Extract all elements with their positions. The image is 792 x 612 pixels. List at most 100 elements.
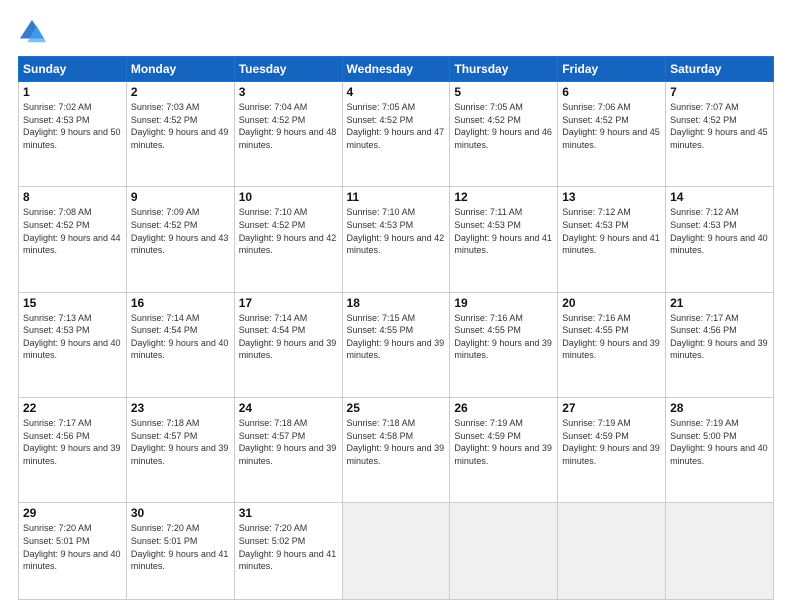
- day-info: Sunrise: 7:18 AM Sunset: 4:58 PM Dayligh…: [347, 417, 446, 467]
- day-info: Sunrise: 7:20 AM Sunset: 5:01 PM Dayligh…: [131, 522, 230, 572]
- calendar-cell: 15 Sunrise: 7:13 AM Sunset: 4:53 PM Dayl…: [19, 292, 127, 397]
- day-number: 28: [670, 401, 769, 415]
- calendar-cell: 25 Sunrise: 7:18 AM Sunset: 4:58 PM Dayl…: [342, 398, 450, 503]
- calendar-day-header: Tuesday: [234, 57, 342, 82]
- day-number: 25: [347, 401, 446, 415]
- day-info: Sunrise: 7:10 AM Sunset: 4:53 PM Dayligh…: [347, 206, 446, 256]
- day-info: Sunrise: 7:07 AM Sunset: 4:52 PM Dayligh…: [670, 101, 769, 151]
- page: SundayMondayTuesdayWednesdayThursdayFrid…: [0, 0, 792, 612]
- day-number: 2: [131, 85, 230, 99]
- calendar-cell: 22 Sunrise: 7:17 AM Sunset: 4:56 PM Dayl…: [19, 398, 127, 503]
- calendar-cell: 24 Sunrise: 7:18 AM Sunset: 4:57 PM Dayl…: [234, 398, 342, 503]
- calendar-cell: 30 Sunrise: 7:20 AM Sunset: 5:01 PM Dayl…: [126, 503, 234, 600]
- calendar-week-row: 29 Sunrise: 7:20 AM Sunset: 5:01 PM Dayl…: [19, 503, 774, 600]
- day-number: 22: [23, 401, 122, 415]
- calendar-day-header: Thursday: [450, 57, 558, 82]
- day-info: Sunrise: 7:17 AM Sunset: 4:56 PM Dayligh…: [670, 312, 769, 362]
- calendar-cell: 17 Sunrise: 7:14 AM Sunset: 4:54 PM Dayl…: [234, 292, 342, 397]
- calendar-cell: 4 Sunrise: 7:05 AM Sunset: 4:52 PM Dayli…: [342, 82, 450, 187]
- day-info: Sunrise: 7:02 AM Sunset: 4:53 PM Dayligh…: [23, 101, 122, 151]
- logo: [18, 18, 50, 46]
- day-info: Sunrise: 7:20 AM Sunset: 5:01 PM Dayligh…: [23, 522, 122, 572]
- calendar-cell: 27 Sunrise: 7:19 AM Sunset: 4:59 PM Dayl…: [558, 398, 666, 503]
- day-number: 6: [562, 85, 661, 99]
- calendar-cell: 13 Sunrise: 7:12 AM Sunset: 4:53 PM Dayl…: [558, 187, 666, 292]
- day-info: Sunrise: 7:20 AM Sunset: 5:02 PM Dayligh…: [239, 522, 338, 572]
- day-info: Sunrise: 7:16 AM Sunset: 4:55 PM Dayligh…: [562, 312, 661, 362]
- day-number: 7: [670, 85, 769, 99]
- day-info: Sunrise: 7:19 AM Sunset: 5:00 PM Dayligh…: [670, 417, 769, 467]
- day-info: Sunrise: 7:11 AM Sunset: 4:53 PM Dayligh…: [454, 206, 553, 256]
- day-info: Sunrise: 7:12 AM Sunset: 4:53 PM Dayligh…: [562, 206, 661, 256]
- day-info: Sunrise: 7:14 AM Sunset: 4:54 PM Dayligh…: [239, 312, 338, 362]
- day-info: Sunrise: 7:18 AM Sunset: 4:57 PM Dayligh…: [239, 417, 338, 467]
- calendar-cell: 20 Sunrise: 7:16 AM Sunset: 4:55 PM Dayl…: [558, 292, 666, 397]
- day-number: 15: [23, 296, 122, 310]
- calendar-cell: 9 Sunrise: 7:09 AM Sunset: 4:52 PM Dayli…: [126, 187, 234, 292]
- day-number: 16: [131, 296, 230, 310]
- day-number: 5: [454, 85, 553, 99]
- day-number: 20: [562, 296, 661, 310]
- calendar-table: SundayMondayTuesdayWednesdayThursdayFrid…: [18, 56, 774, 600]
- day-info: Sunrise: 7:14 AM Sunset: 4:54 PM Dayligh…: [131, 312, 230, 362]
- calendar-cell: 1 Sunrise: 7:02 AM Sunset: 4:53 PM Dayli…: [19, 82, 127, 187]
- day-number: 21: [670, 296, 769, 310]
- calendar-cell: 26 Sunrise: 7:19 AM Sunset: 4:59 PM Dayl…: [450, 398, 558, 503]
- calendar-day-header: Friday: [558, 57, 666, 82]
- day-info: Sunrise: 7:13 AM Sunset: 4:53 PM Dayligh…: [23, 312, 122, 362]
- calendar-cell: 28 Sunrise: 7:19 AM Sunset: 5:00 PM Dayl…: [666, 398, 774, 503]
- calendar-cell: 19 Sunrise: 7:16 AM Sunset: 4:55 PM Dayl…: [450, 292, 558, 397]
- day-info: Sunrise: 7:08 AM Sunset: 4:52 PM Dayligh…: [23, 206, 122, 256]
- day-number: 29: [23, 506, 122, 520]
- calendar-week-row: 1 Sunrise: 7:02 AM Sunset: 4:53 PM Dayli…: [19, 82, 774, 187]
- day-info: Sunrise: 7:05 AM Sunset: 4:52 PM Dayligh…: [347, 101, 446, 151]
- calendar-week-row: 15 Sunrise: 7:13 AM Sunset: 4:53 PM Dayl…: [19, 292, 774, 397]
- day-number: 11: [347, 190, 446, 204]
- calendar-cell: 6 Sunrise: 7:06 AM Sunset: 4:52 PM Dayli…: [558, 82, 666, 187]
- day-number: 9: [131, 190, 230, 204]
- day-number: 24: [239, 401, 338, 415]
- calendar-cell: 7 Sunrise: 7:07 AM Sunset: 4:52 PM Dayli…: [666, 82, 774, 187]
- day-number: 17: [239, 296, 338, 310]
- calendar-cell: 11 Sunrise: 7:10 AM Sunset: 4:53 PM Dayl…: [342, 187, 450, 292]
- day-info: Sunrise: 7:03 AM Sunset: 4:52 PM Dayligh…: [131, 101, 230, 151]
- day-number: 31: [239, 506, 338, 520]
- calendar-cell: 8 Sunrise: 7:08 AM Sunset: 4:52 PM Dayli…: [19, 187, 127, 292]
- calendar-day-header: Sunday: [19, 57, 127, 82]
- day-number: 27: [562, 401, 661, 415]
- calendar-cell: 23 Sunrise: 7:18 AM Sunset: 4:57 PM Dayl…: [126, 398, 234, 503]
- day-number: 23: [131, 401, 230, 415]
- day-info: Sunrise: 7:06 AM Sunset: 4:52 PM Dayligh…: [562, 101, 661, 151]
- day-number: 13: [562, 190, 661, 204]
- calendar-cell: 3 Sunrise: 7:04 AM Sunset: 4:52 PM Dayli…: [234, 82, 342, 187]
- day-number: 30: [131, 506, 230, 520]
- calendar-cell: 10 Sunrise: 7:10 AM Sunset: 4:52 PM Dayl…: [234, 187, 342, 292]
- calendar-cell: 31 Sunrise: 7:20 AM Sunset: 5:02 PM Dayl…: [234, 503, 342, 600]
- day-number: 19: [454, 296, 553, 310]
- day-info: Sunrise: 7:10 AM Sunset: 4:52 PM Dayligh…: [239, 206, 338, 256]
- day-info: Sunrise: 7:15 AM Sunset: 4:55 PM Dayligh…: [347, 312, 446, 362]
- day-info: Sunrise: 7:05 AM Sunset: 4:52 PM Dayligh…: [454, 101, 553, 151]
- day-info: Sunrise: 7:12 AM Sunset: 4:53 PM Dayligh…: [670, 206, 769, 256]
- header: [18, 18, 774, 46]
- day-number: 26: [454, 401, 553, 415]
- calendar-cell: 18 Sunrise: 7:15 AM Sunset: 4:55 PM Dayl…: [342, 292, 450, 397]
- calendar-week-row: 8 Sunrise: 7:08 AM Sunset: 4:52 PM Dayli…: [19, 187, 774, 292]
- day-number: 12: [454, 190, 553, 204]
- calendar-cell: 16 Sunrise: 7:14 AM Sunset: 4:54 PM Dayl…: [126, 292, 234, 397]
- day-number: 4: [347, 85, 446, 99]
- calendar-cell: [450, 503, 558, 600]
- calendar-cell: 21 Sunrise: 7:17 AM Sunset: 4:56 PM Dayl…: [666, 292, 774, 397]
- calendar-cell: [558, 503, 666, 600]
- day-number: 8: [23, 190, 122, 204]
- logo-icon: [18, 18, 46, 46]
- calendar-week-row: 22 Sunrise: 7:17 AM Sunset: 4:56 PM Dayl…: [19, 398, 774, 503]
- calendar-header-row: SundayMondayTuesdayWednesdayThursdayFrid…: [19, 57, 774, 82]
- day-info: Sunrise: 7:18 AM Sunset: 4:57 PM Dayligh…: [131, 417, 230, 467]
- day-number: 3: [239, 85, 338, 99]
- calendar-day-header: Saturday: [666, 57, 774, 82]
- day-info: Sunrise: 7:19 AM Sunset: 4:59 PM Dayligh…: [562, 417, 661, 467]
- calendar-cell: 5 Sunrise: 7:05 AM Sunset: 4:52 PM Dayli…: [450, 82, 558, 187]
- calendar-cell: [342, 503, 450, 600]
- day-info: Sunrise: 7:19 AM Sunset: 4:59 PM Dayligh…: [454, 417, 553, 467]
